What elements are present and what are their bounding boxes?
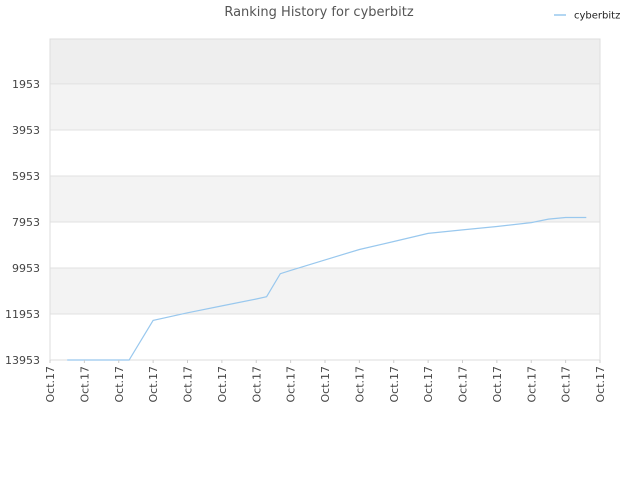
x-tick-label: Oct.17 [216,366,229,403]
x-tick-label: Oct.17 [113,366,126,403]
x-tick-label: Oct.17 [78,366,91,403]
plot-band [50,267,600,314]
legend-label-cyberbitz: cyberbitz [574,11,620,22]
plot-band [50,83,600,130]
plot-band [50,175,600,222]
x-tick-label: Oct.17 [457,366,470,403]
x-tick-label: Oct.17 [491,366,504,403]
x-tick-label: Oct.17 [44,366,57,403]
ranking-history-chart: 195339535953795399531195313953 Oct.17 Oct… [5,5,620,403]
x-tick-label: Oct.17 [525,366,538,403]
y-tick-label: 13953 [5,354,40,367]
x-tick-label: Oct.17 [319,366,332,403]
y-tick-label: 11953 [5,308,40,321]
x-tick-label: Oct.17 [594,366,607,403]
chart-title: Ranking History for cyberbitz [224,5,414,20]
y-tick-label: 9953 [12,262,40,275]
plot-band [50,129,600,176]
x-tick-label: Oct.17 [388,366,401,403]
x-tick-label: Oct.17 [250,366,263,403]
x-tick-label: Oct.17 [560,366,573,403]
x-tick-label: Oct.17 [285,366,298,403]
y-tick-label: 5953 [12,170,40,183]
y-axis-ticks: 1953 3953 5953 7953 9953 11953 13953 [5,78,40,367]
legend[interactable]: cyberbitz [554,11,620,22]
x-axis-ticks: Oct.17 Oct.17 Oct.17 Oct.17 Oct.17 Oct.17 Oct.… [44,360,607,403]
y-tick-label: 7953 [12,216,40,229]
x-tick-label: Oct.17 [147,366,160,403]
plot-band [50,39,600,84]
plot-background-bands [50,39,600,360]
x-tick-label: Oct.17 [182,366,195,403]
x-tick-label: Oct.17 [422,366,435,403]
y-tick-label: 1953 [12,78,40,91]
plot-band [50,221,600,268]
x-tick-label: Oct.17 [353,366,366,403]
plot-band [50,313,600,360]
y-tick-label: 3953 [12,124,40,137]
